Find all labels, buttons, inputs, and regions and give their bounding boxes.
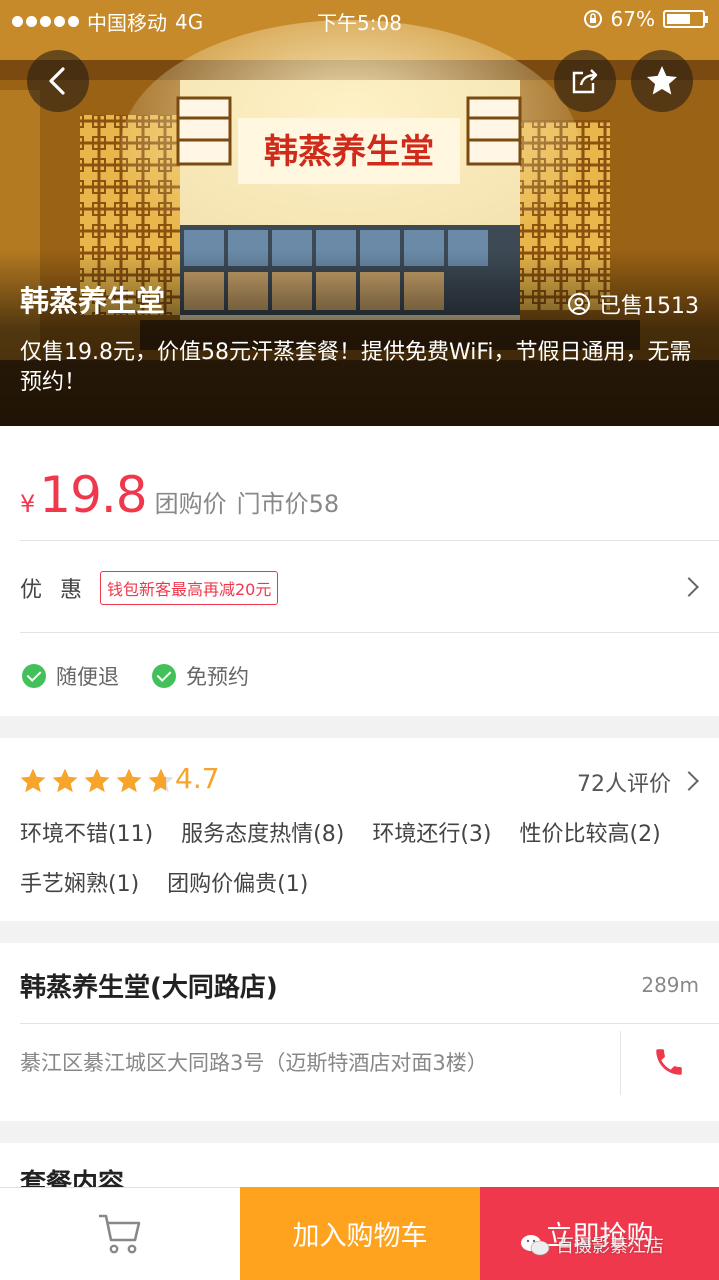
divider (620, 1031, 621, 1095)
review-tag[interactable]: 环境还行(3) (372, 816, 491, 848)
price-type-label: 团购价 (154, 490, 227, 518)
status-bar: 中国移动 4G 下午5:08 67% (0, 0, 719, 40)
check-icon (152, 664, 176, 688)
review-tag[interactable]: 服务态度热情(8) (181, 816, 344, 848)
cart-icon (99, 1214, 141, 1254)
market-price: 门市价58 (236, 490, 340, 518)
review-tag[interactable]: 团购价偏贵(1) (167, 866, 308, 898)
deal-description: 仅售19.8元，价值58元汗蒸套餐！提供免费WiFi，节假日通用，无需预约！ (20, 340, 692, 395)
promo-label: 优惠 (20, 578, 101, 603)
star-full-icon (116, 768, 142, 793)
back-button[interactable] (27, 50, 89, 112)
check-icon (22, 664, 46, 688)
review-tags: 环境不错(11) 服务态度热情(8) 环境还行(3) 性价比较高(2) 手艺娴熟… (20, 816, 710, 898)
price-section: ¥ 19.8 团购价 门市价58 优惠 钱包新客最高再减20元 随便退 免预约 (0, 426, 719, 716)
sign-text: 韩蒸养生堂 (264, 132, 434, 171)
guarantee-refund: 随便退 (22, 661, 119, 691)
battery-percent: 67% (610, 7, 655, 31)
review-tag[interactable]: 性价比较高(2) (520, 816, 661, 848)
shop-section[interactable]: 韩蒸养生堂(大同路店) 289m 綦江区綦江城区大同路3号（迈斯特酒店对面3楼） (0, 943, 719, 1121)
battery-icon (663, 10, 708, 28)
chevron-right-icon (679, 577, 699, 597)
divider (20, 632, 719, 633)
user-icon (568, 293, 590, 315)
rating-section[interactable]: 4.7 72人评价 环境不错(11) 服务态度热情(8) 环境还行(3) 性价比… (0, 738, 719, 921)
star-icon (647, 66, 677, 95)
cart-button[interactable] (0, 1187, 240, 1280)
promo-row[interactable]: 优惠 钱包新客最高再减20元 (0, 541, 719, 633)
star-full-icon (52, 768, 78, 793)
wechat-icon (521, 1235, 550, 1256)
call-button[interactable] (652, 1045, 686, 1083)
rating-score: 4.7 (175, 762, 220, 795)
chevron-right-icon (679, 771, 699, 791)
watermark: 百摄影綦江店 (520, 1232, 664, 1258)
add-to-cart-button[interactable]: 加入购物车 (240, 1187, 480, 1280)
share-icon (572, 69, 598, 94)
review-count[interactable]: 72人评价 (577, 766, 671, 798)
deal-price: 19.8 (39, 466, 147, 524)
review-tag[interactable]: 手艺娴熟(1) (20, 866, 139, 898)
divider (20, 1023, 719, 1024)
review-tag[interactable]: 环境不错(11) (20, 816, 153, 848)
share-button[interactable] (554, 50, 616, 112)
promo-badge: 钱包新客最高再减20元 (100, 571, 279, 605)
guarantee-label: 免预约 (186, 665, 249, 689)
favorite-button[interactable] (631, 50, 693, 112)
rotation-lock-icon (583, 10, 602, 28)
sold-count-label: 已售1513 (599, 294, 699, 319)
hero-banner: 韩蒸养生堂 中国移动 4G 下午5:08 67% 韩蒸养生堂 已售1513 仅售… (0, 0, 719, 426)
guarantee-label: 随便退 (56, 665, 119, 689)
shop-distance: 289m (641, 973, 699, 997)
phone-icon (656, 1049, 682, 1075)
sold-count: 已售1513 (567, 288, 699, 320)
shop-name[interactable]: 韩蒸养生堂(大同路店) (20, 967, 278, 1004)
star-partial-icon (148, 768, 174, 793)
currency-symbol: ¥ (20, 490, 36, 518)
star-full-icon (84, 768, 110, 793)
back-icon (49, 67, 65, 95)
star-rating (18, 766, 176, 796)
star-full-icon (20, 768, 46, 793)
watermark-text: 百摄影綦江店 (556, 1236, 664, 1257)
guarantee-no-booking: 免预约 (152, 661, 249, 691)
price-row: ¥ 19.8 团购价 门市价58 (20, 466, 339, 524)
deal-title: 韩蒸养生堂 (20, 284, 166, 318)
shop-address[interactable]: 綦江区綦江城区大同路3号（迈斯特酒店对面3楼） (20, 1047, 488, 1077)
